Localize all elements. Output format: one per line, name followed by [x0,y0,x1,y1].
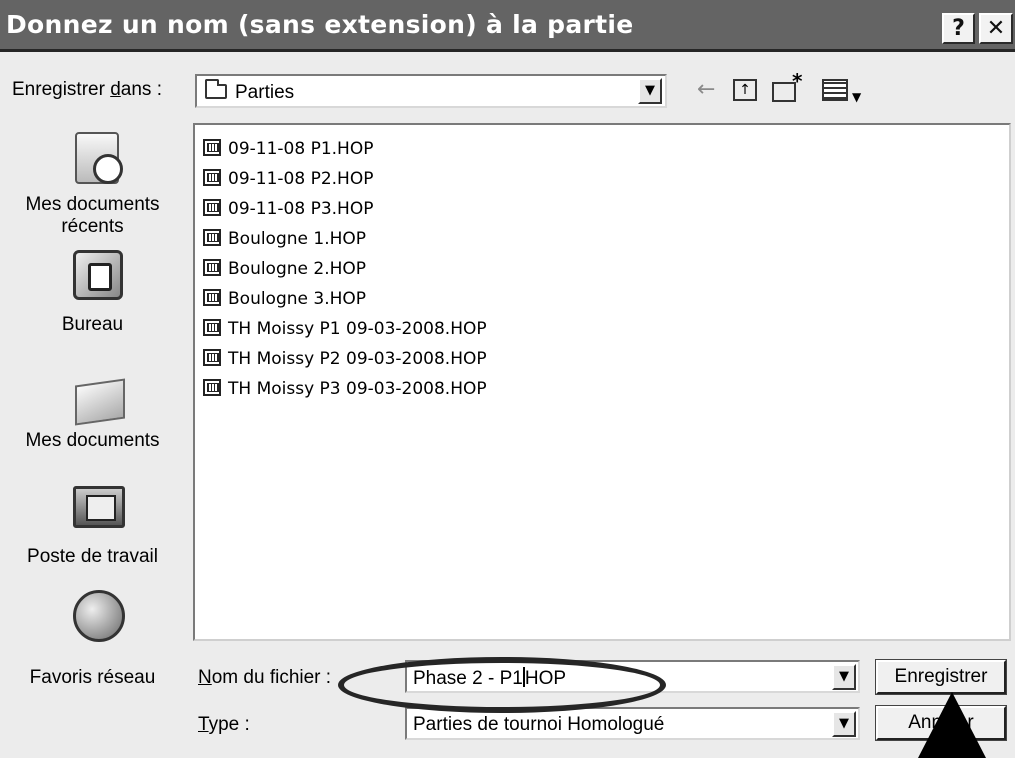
chevron-down-icon[interactable]: ▼ [638,78,662,104]
back-arrow-icon[interactable]: ← [697,79,715,101]
save-dialog: Donnez un nom (sans extension) à la part… [0,0,1015,758]
file-name: Boulogne 2.HOP [228,259,367,279]
my-computer-icon [73,486,125,528]
file-list[interactable]: 09-11-08 P1.HOP 09-11-08 P2.HOP 09-11-08… [193,123,1011,641]
save-in-label: Enregistrer dans : [12,79,162,100]
list-item[interactable]: Boulogne 3.HOP [203,286,366,312]
file-icon [203,168,221,186]
dialog-title: Donnez un nom (sans extension) à la part… [6,10,634,39]
close-button[interactable]: ✕ [979,13,1013,44]
file-icon [203,138,221,156]
filetype-label: Type : [198,714,250,735]
network-places-icon [73,590,125,642]
save-in-dropdown[interactable]: Parties ▼ [195,74,667,108]
place-label: Poste de travail [27,546,158,567]
recent-documents-icon [75,132,123,184]
file-name: TH Moissy P1 09-03-2008.HOP [228,319,487,339]
list-item[interactable]: 09-11-08 P1.HOP [203,136,373,162]
file-icon [203,318,221,336]
place-label-line2: récents [61,216,124,237]
file-name: 09-11-08 P3.HOP [228,199,374,219]
file-name: 09-11-08 P1.HOP [228,139,374,159]
title-bar: Donnez un nom (sans extension) à la part… [0,0,1015,52]
list-item[interactable]: TH Moissy P2 09-03-2008.HOP [203,346,487,372]
list-item[interactable]: 09-11-08 P3.HOP [203,196,373,222]
highlight-ellipse [338,657,666,713]
new-folder-icon[interactable] [772,70,802,102]
up-folder-icon[interactable]: ↑ [733,79,757,101]
file-name: 09-11-08 P2.HOP [228,169,374,189]
save-button-label: Enregistrer [894,666,988,687]
file-icon [203,378,221,396]
views-dropdown-icon[interactable]: ▼ [852,86,861,108]
place-label: Mes documents [25,430,160,451]
place-label: Bureau [61,314,124,335]
filename-label: Nom du fichier : [198,667,332,688]
file-name: Boulogne 1.HOP [228,229,367,249]
my-documents-icon [75,378,125,426]
filetype-value: Parties de tournoi Homologué [413,714,665,735]
chevron-down-icon[interactable]: ▼ [832,664,856,690]
file-icon [203,228,221,246]
file-name: Boulogne 3.HOP [228,289,367,309]
save-button[interactable]: Enregistrer [875,659,1007,695]
list-item[interactable]: Boulogne 2.HOP [203,256,366,282]
file-name: TH Moissy P2 09-03-2008.HOP [228,349,487,369]
place-label: Favoris réseau [29,667,156,688]
file-icon [203,198,221,216]
place-label: Mes documents [25,194,160,215]
list-item[interactable]: 09-11-08 P2.HOP [203,166,373,192]
file-icon [203,288,221,306]
file-icon [203,348,221,366]
file-icon [203,258,221,276]
file-name: TH Moissy P3 09-03-2008.HOP [228,379,487,399]
save-in-value: Parties [235,82,295,103]
help-button[interactable]: ? [942,13,975,44]
list-item[interactable]: TH Moissy P1 09-03-2008.HOP [203,316,487,342]
chevron-down-icon[interactable]: ▼ [832,711,856,737]
views-menu-icon[interactable] [822,79,848,101]
list-item[interactable]: Boulogne 1.HOP [203,226,366,252]
folder-icon [205,79,227,99]
list-item[interactable]: TH Moissy P3 09-03-2008.HOP [203,376,487,402]
desktop-icon [73,250,123,300]
pointer-arrow-icon [918,692,986,758]
